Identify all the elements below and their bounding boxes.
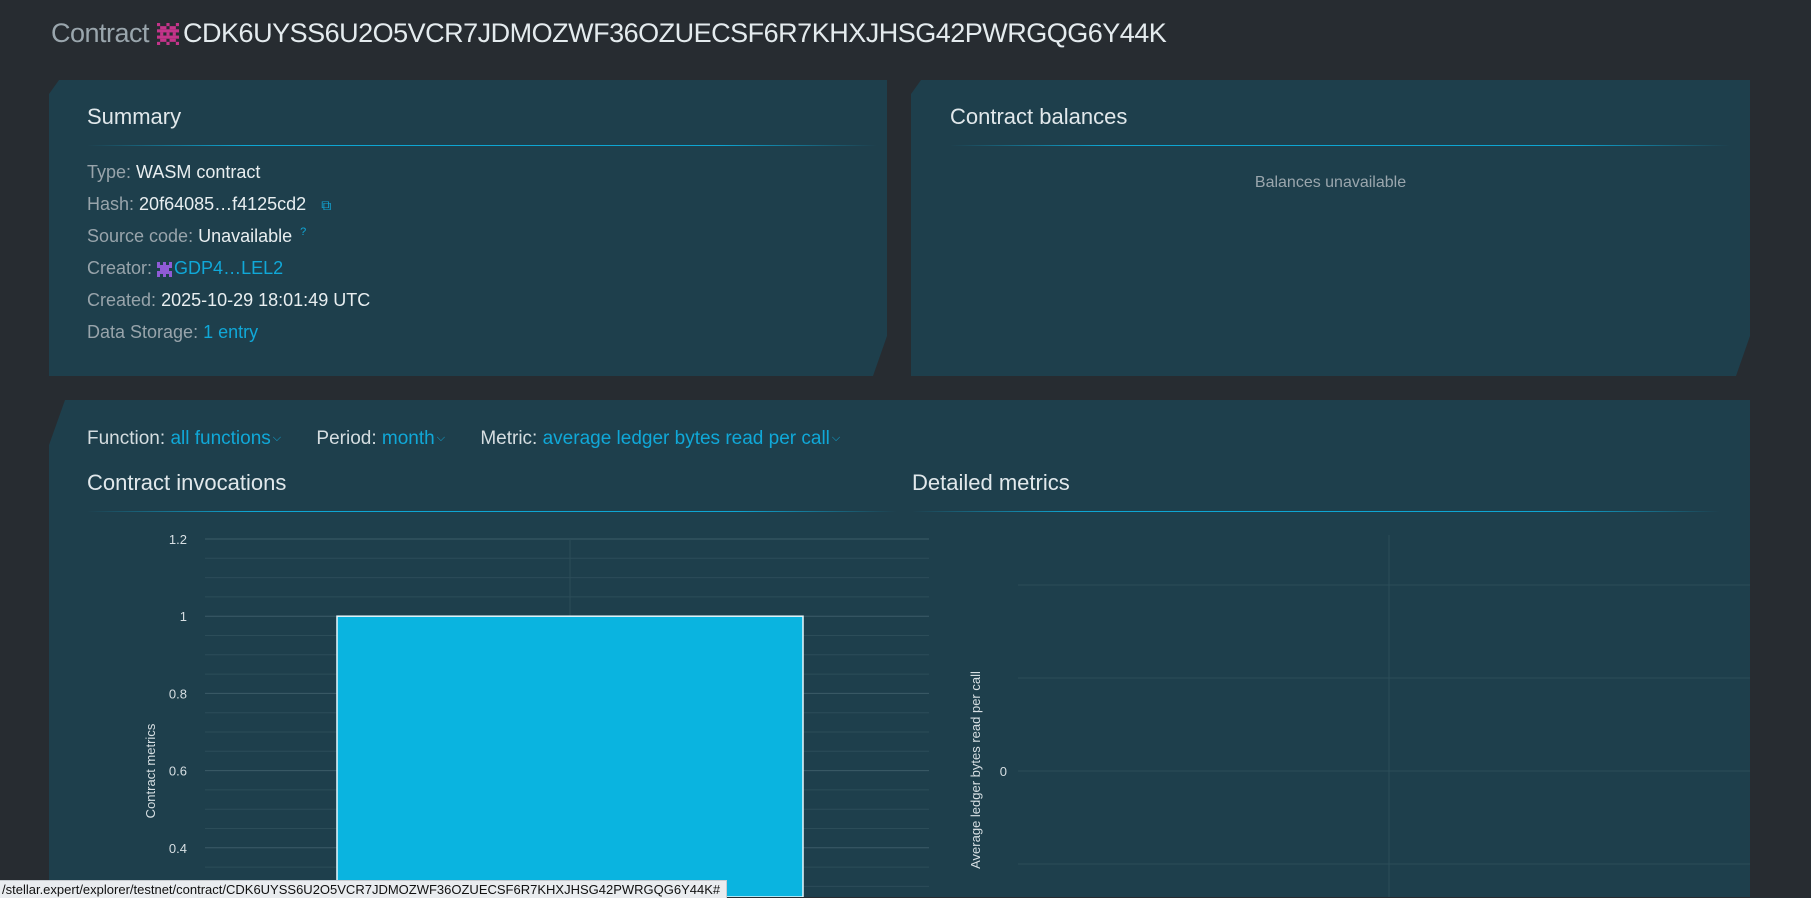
data-storage-link[interactable]: 1 entry [203, 322, 258, 342]
contract-identicon-icon [157, 22, 180, 45]
chevron-down-icon: ⌵ [436, 432, 446, 445]
chevron-down-icon: ⌵ [831, 432, 841, 445]
type-label: Type: [87, 162, 132, 182]
data-storage-label: Data Storage: [87, 322, 199, 342]
page-title: Contract CDK6UYSS6U2O5VCR7JDMOZWF36OZUEC… [51, 18, 1167, 49]
page-title-label: Contract [51, 18, 150, 48]
invocations-divider [87, 511, 897, 512]
invocations-title: Contract invocations [87, 470, 287, 495]
summary-title: Summary [87, 104, 182, 129]
balances-panel: Contract balances Balances unavailable [911, 80, 1750, 376]
data-storage-row: Data Storage: 1 entry [87, 322, 258, 343]
filter-bar: Function: all functions ⌵ Period: month ⌵ … [87, 428, 870, 450]
summary-divider [87, 145, 877, 146]
metric-dropdown-value: average ledger bytes read per call [542, 428, 830, 449]
function-dropdown[interactable]: all functions ⌵ [170, 428, 281, 449]
created-row: Created: 2025-10-29 18:01:49 UTC [87, 290, 370, 311]
y-tick-label: 0.8 [169, 686, 187, 701]
creator-row: Creator: GDP4…LEL2 [87, 258, 283, 279]
y-tick-label: 0 [1000, 764, 1007, 779]
balances-divider [950, 145, 1730, 146]
source-code-label: Source code: [87, 226, 194, 246]
detailed-metrics-title: Detailed metrics [912, 470, 1070, 495]
period-dropdown-value: month [381, 428, 435, 449]
type-row: Type: WASM contract [87, 162, 260, 183]
metric-dropdown[interactable]: average ledger bytes read per call ⌵ [543, 428, 841, 449]
period-dropdown[interactable]: month ⌵ [382, 428, 445, 449]
invocations-chart: 1.2 1 0.8 0.6 0.4 Contract metrics [143, 532, 929, 897]
y-tick-label: 1.2 [169, 532, 187, 547]
source-code-row: Source code: Unavailable ? [87, 226, 306, 247]
detailed-metrics-y-axis-label: Average ledger bytes read per call [968, 671, 983, 869]
source-code-value: Unavailable [198, 226, 293, 246]
metric-filter-label: Metric: [480, 428, 538, 449]
bar[interactable] [336, 615, 804, 897]
balances-title: Contract balances [950, 104, 1128, 129]
copy-icon[interactable]: ⧉ [321, 197, 331, 213]
created-label: Created: [87, 290, 157, 310]
contract-address: CDK6UYSS6U2O5VCR7JDMOZWF36OZUECSF6R7KHXJ… [183, 18, 1167, 48]
y-tick-label: 1 [180, 609, 187, 624]
hash-value: 20f64085…f4125cd2 [139, 194, 307, 214]
help-icon[interactable]: ? [300, 226, 306, 238]
chevron-down-icon: ⌵ [272, 432, 282, 445]
detailed-metrics-divider [912, 511, 1720, 512]
y-tick-label: 0.6 [169, 764, 187, 779]
creator-link[interactable]: GDP4…LEL2 [174, 258, 283, 278]
balances-empty-text: Balances unavailable [1254, 174, 1407, 191]
y-tick-label: 0.4 [169, 841, 187, 856]
hash-row: Hash: 20f64085…f4125cd2 ⧉ [87, 194, 331, 215]
created-value: 2025-10-29 18:01:49 UTC [161, 290, 371, 310]
function-dropdown-value: all functions [170, 428, 271, 449]
metrics-panel: Function: all functions ⌵ Period: month ⌵ … [49, 400, 1750, 897]
status-bar-url: /stellar.expert/explorer/testnet/contrac… [0, 880, 728, 898]
invocations-y-axis-label: Contract metrics [143, 723, 158, 818]
function-filter-label: Function: [87, 428, 166, 449]
type-value: WASM contract [136, 162, 261, 182]
detailed-metrics-chart: 0 Average ledger bytes read per call [968, 535, 1750, 897]
creator-identicon-icon [157, 262, 172, 277]
period-filter-label: Period: [316, 428, 377, 449]
hash-label: Hash: [87, 194, 135, 214]
summary-panel: Summary Type: WASM contract Hash: 20f640… [49, 80, 887, 376]
creator-label: Creator: [87, 258, 153, 278]
